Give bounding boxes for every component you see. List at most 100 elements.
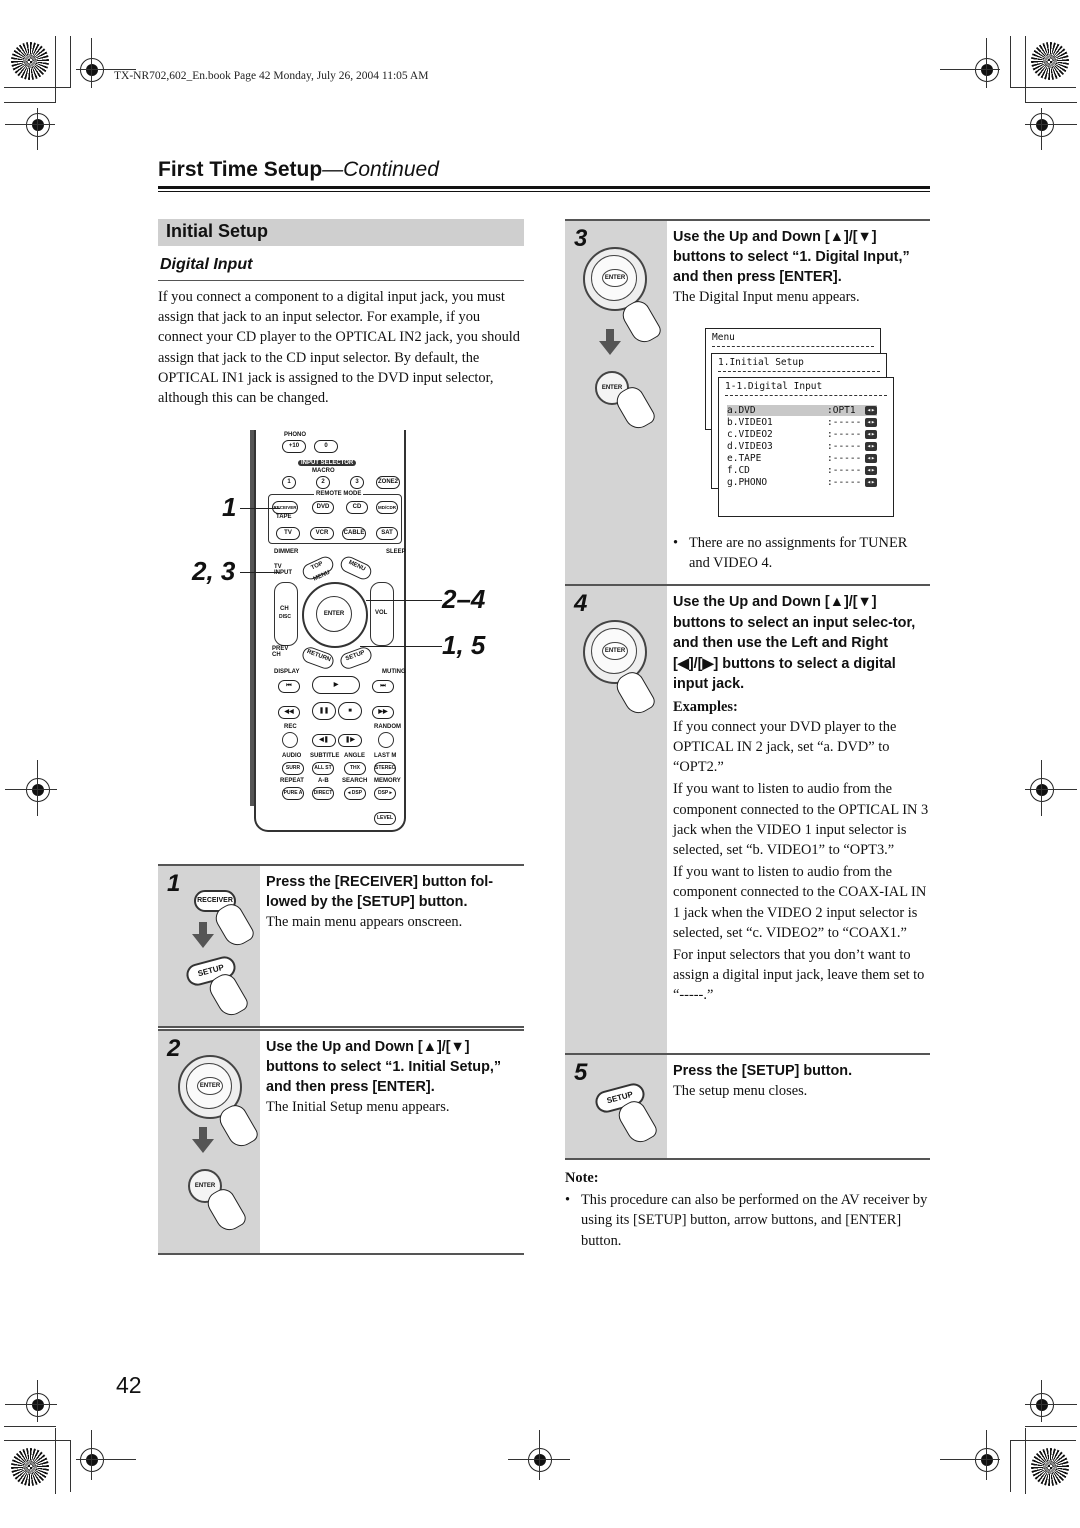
subtitle-label: SUBTITLE: [310, 753, 340, 759]
angle-label: ANGLE: [344, 753, 365, 759]
crosshair-icon: [80, 58, 104, 82]
callout-1: 1: [222, 492, 237, 522]
tape-label: TAPE: [276, 514, 292, 520]
step-5: 5 SETUP Press the [SETUP] button. The se…: [565, 1053, 930, 1160]
example-item: If you want to listen to audio from the …: [673, 781, 929, 858]
phono-label: PHONO: [284, 432, 307, 438]
step-description: The main menu appears onscreen.: [266, 914, 463, 930]
thx-button: THX: [344, 762, 366, 775]
macro-2-button: 2: [316, 476, 330, 489]
left-right-arrows-icon: ◂▸: [865, 406, 877, 415]
print-header: TX-NR702,602_En.book Page 42 Monday, Jul…: [114, 70, 429, 82]
crosshair-icon: [528, 1448, 552, 1472]
input-selector-label: INPUT SELECTOR: [298, 460, 357, 466]
page-title-suffix: —Continued: [322, 158, 439, 181]
ch-label: CH: [280, 606, 289, 612]
example-item: If you want to listen to audio from the …: [673, 864, 927, 941]
osd-row[interactable]: f.CD:----- ◂▸: [727, 465, 877, 476]
osd-row[interactable]: b.VIDEO1:----- ◂▸: [727, 417, 877, 428]
subsection-rule: [158, 280, 524, 281]
title-rule-thin: [158, 191, 930, 192]
dsp-right-button: DSP ▸: [374, 787, 396, 800]
examples-label: Examples:: [673, 698, 738, 715]
zone2-button: ZONE2: [376, 476, 400, 489]
crosshair-icon: [1030, 1393, 1054, 1417]
registration-star-icon: [1031, 42, 1069, 80]
step-1: 1 RECEIVER SETUP Press the [RECEIVER] bu…: [158, 864, 524, 1028]
step-instruction: Use the Up and Down [▲]/[▼] buttons to s…: [673, 594, 916, 692]
audio-label: AUDIO: [282, 753, 302, 759]
enter-key: ENTER: [316, 596, 352, 632]
vol-label: VOL: [375, 610, 388, 616]
all-st-button: ALL ST: [312, 762, 334, 775]
step-number: 4: [574, 590, 588, 617]
sleep-label: SLEEP: [386, 549, 406, 555]
step-description: The setup menu closes.: [673, 1083, 808, 1099]
callout-2-3: 2, 3: [192, 556, 236, 586]
arrow-down-icon: [192, 1139, 214, 1153]
step-number: 1: [167, 870, 181, 897]
rec-label: REC: [284, 724, 297, 730]
crosshair-icon: [975, 1448, 999, 1472]
osd-row[interactable]: d.VIDEO3:----- ◂▸: [727, 441, 877, 452]
dvd-button: DVD: [312, 501, 334, 514]
mdcdr-button: MD/CDR: [376, 501, 398, 514]
left-right-arrows-icon: ◂▸: [865, 430, 877, 439]
osd-row[interactable]: a.DVD:OPT1 ◂▸: [727, 405, 877, 416]
crosshair-icon: [1030, 778, 1054, 802]
osd-row[interactable]: c.VIDEO2:----- ◂▸: [727, 429, 877, 440]
arrow-down-icon: [192, 934, 214, 948]
prev-ch-label: PREV CH: [272, 646, 289, 658]
stop-button: ■: [338, 702, 362, 720]
display-label: DISPLAY: [274, 669, 300, 675]
section-title: Initial Setup: [166, 221, 269, 241]
muting-label: MUTING: [382, 669, 406, 675]
dsp-left-button: ◂ DSP: [344, 787, 366, 800]
left-right-arrows-icon: ◂▸: [865, 466, 877, 475]
fast-forward-button: ▶▶: [372, 706, 394, 719]
osd-initial-setup-title: 1.Initial Setup: [718, 357, 804, 368]
random-button: [378, 732, 394, 748]
tv-button: TV: [276, 527, 300, 540]
left-right-arrows-icon: ◂▸: [865, 442, 877, 451]
step-number: 2: [167, 1035, 181, 1062]
crosshair-icon: [26, 113, 50, 137]
left-right-arrows-icon: ◂▸: [865, 418, 877, 427]
step-description: The Digital Input menu appears.: [673, 289, 860, 305]
step-3: 3 ENTER ENTER Use the Up and Down [▲]/[▼…: [565, 219, 930, 586]
cd-button: CD: [346, 501, 368, 514]
subsection-title: Digital Input: [160, 256, 253, 273]
note-label: Note:: [565, 1170, 599, 1186]
pure-a-button: PURE A: [282, 787, 304, 800]
osd-digital-input: 1-1.Digital Input a.DVD:OPT1 ◂▸ b.VIDEO1:…: [718, 377, 894, 517]
callout-1-5: 1, 5: [442, 630, 486, 660]
tv-input-label: TV INPUT: [274, 564, 292, 576]
registration-star-icon: [1031, 1448, 1069, 1486]
stereo-button: STEREO: [374, 762, 396, 775]
search-label: SEARCH: [342, 778, 368, 784]
crosshair-icon: [26, 1393, 50, 1417]
registration-star-icon: [11, 42, 49, 80]
random-label: RANDOM: [374, 724, 401, 730]
repeat-label: REPEAT: [280, 778, 304, 784]
registration-star-icon: [11, 1448, 49, 1486]
last-m-label: LAST M: [374, 753, 397, 759]
crosshair-icon: [26, 778, 50, 802]
crosshair-icon: [80, 1448, 104, 1472]
step-instruction: Press the [RECEIVER] button fol-lowed by…: [266, 874, 494, 910]
macro-1-button: 1: [282, 476, 296, 489]
slow-forward-button: ❚▶: [338, 734, 362, 747]
direct-button: DIRECT: [312, 787, 334, 800]
osd-row[interactable]: g.PHONO:----- ◂▸: [727, 477, 877, 488]
step-instruction: Use the Up and Down [▲]/[▼] buttons to s…: [266, 1039, 502, 1095]
macro-3-button: 3: [350, 476, 364, 489]
note-item: • This procedure can also be performed o…: [565, 1192, 928, 1249]
left-right-arrows-icon: ◂▸: [865, 454, 877, 463]
osd-row[interactable]: e.TAPE:----- ◂▸: [727, 453, 877, 464]
surr-button: SURR: [282, 762, 304, 775]
callout-2-4: 2–4: [442, 584, 486, 614]
note: Note: • This procedure can also be perfo…: [565, 1168, 930, 1251]
vcr-button: VCR: [310, 527, 334, 540]
sat-button: SAT: [376, 527, 398, 540]
step-number: 5: [574, 1059, 588, 1086]
